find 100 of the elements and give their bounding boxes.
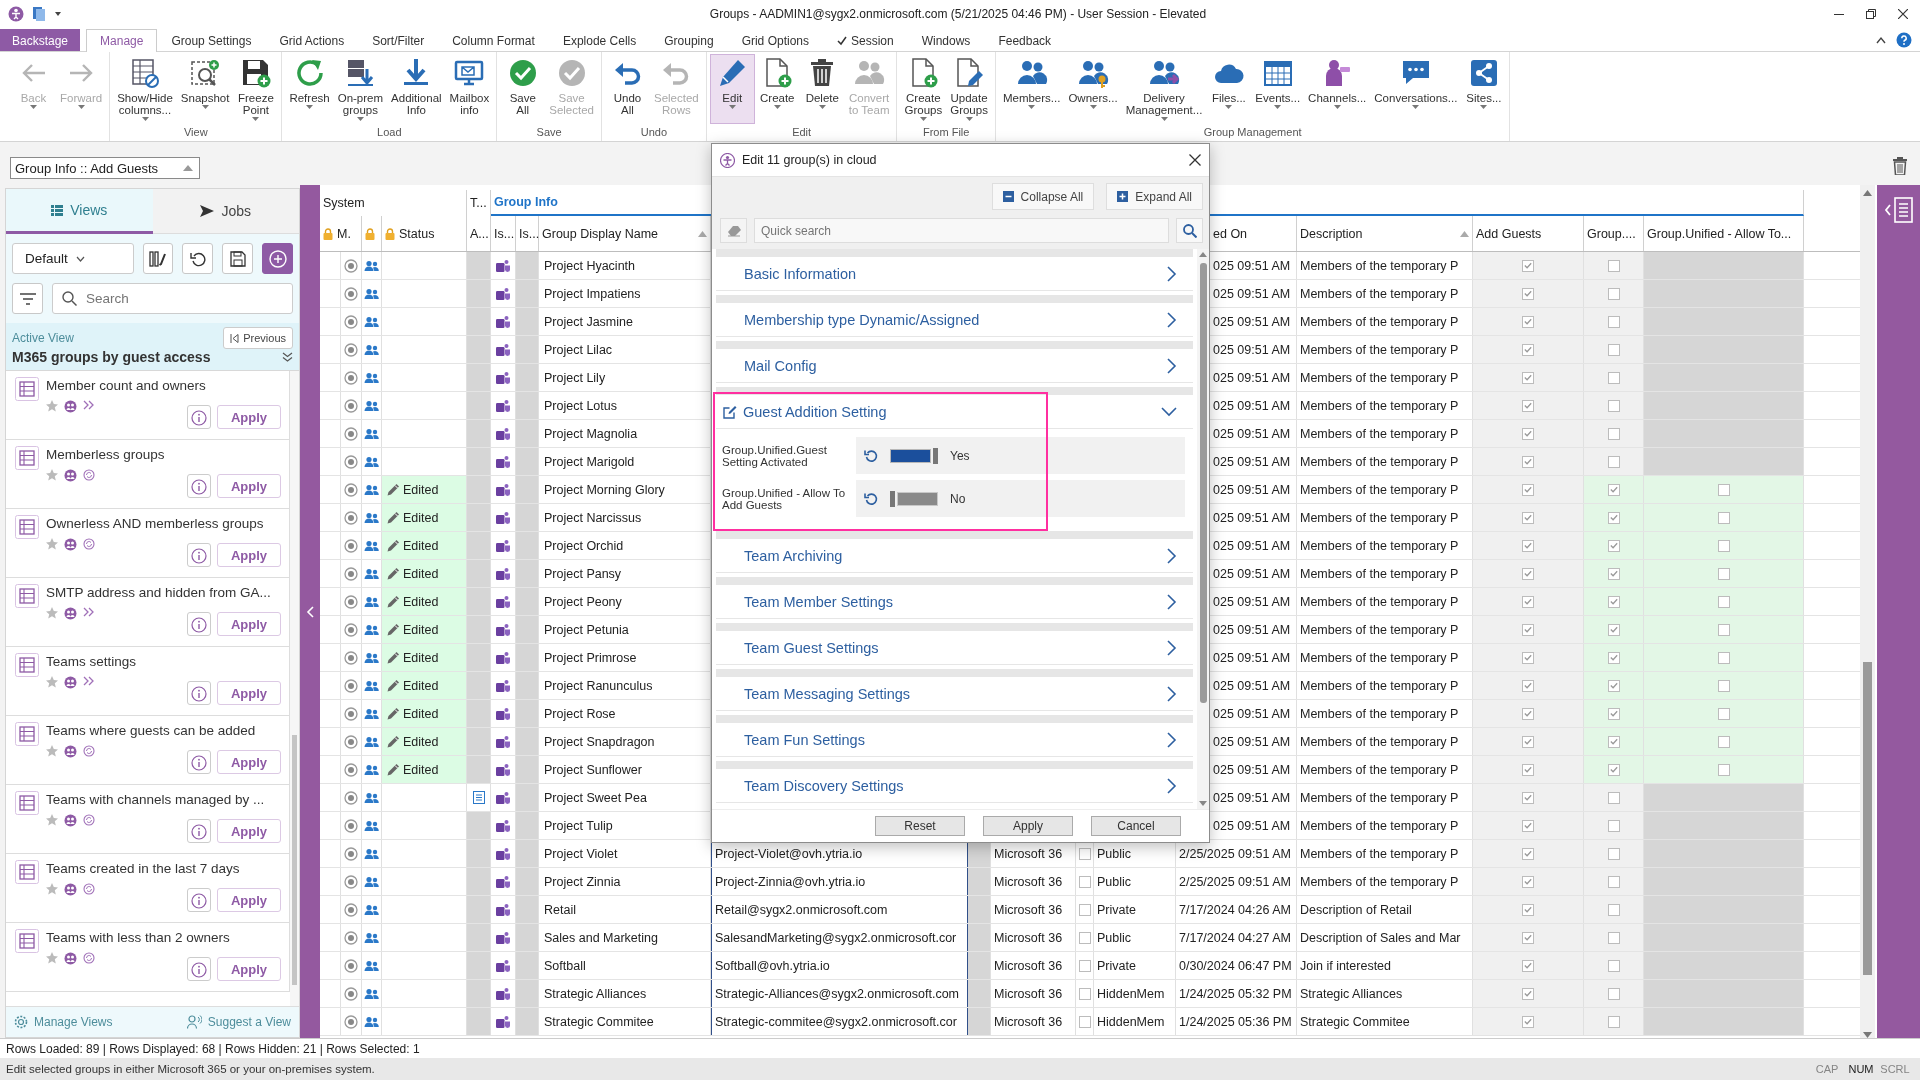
ribbon-button[interactable]: Save All xyxy=(500,54,546,124)
ribbon-button[interactable]: On-prem groups xyxy=(333,54,388,124)
ribbon-button[interactable]: Refresh xyxy=(285,54,334,124)
dialog-button[interactable]: Cancel xyxy=(1091,816,1181,836)
manage-views-link[interactable]: Manage Views xyxy=(14,1015,113,1029)
suggest-view-link[interactable]: Suggest a View xyxy=(186,1015,291,1029)
apply-button[interactable]: Apply xyxy=(217,888,281,912)
ribbon-button[interactable]: Create xyxy=(754,54,800,124)
column-group-header[interactable]: T... xyxy=(467,190,491,216)
menu-tab[interactable]: Feedback xyxy=(984,29,1066,51)
view-item[interactable]: SMTP address and hidden from GA... Apply xyxy=(6,578,290,647)
ribbon-button[interactable]: Delete xyxy=(799,54,845,124)
ribbon-button[interactable]: Events... xyxy=(1251,54,1305,124)
view-item[interactable]: Teams settings Apply xyxy=(6,647,290,716)
menu-tab[interactable]: Grid Options xyxy=(727,29,823,51)
section-header[interactable]: Mail Config xyxy=(716,349,1193,383)
menu-tab[interactable]: Explode Cells xyxy=(548,29,651,51)
column-header[interactable]: Group.Unified - Allow To... xyxy=(1644,216,1804,251)
column-header[interactable]: Is... xyxy=(491,216,516,251)
panel-tab[interactable]: Views xyxy=(6,189,153,234)
section-header[interactable]: Team Messaging Settings xyxy=(716,677,1193,711)
column-header-text: Is... xyxy=(494,226,515,241)
menu-tab[interactable]: Grid Actions xyxy=(265,29,359,51)
ribbon-button[interactable]: Mailbox info xyxy=(445,54,494,124)
apply-button[interactable]: Apply xyxy=(217,543,281,567)
expand-all-button[interactable]: Expand All xyxy=(1106,183,1203,210)
ribbon-button[interactable]: Edit xyxy=(709,54,755,124)
ribbon-button[interactable]: Freeze Point xyxy=(233,54,279,124)
table-cell: HiddenMem xyxy=(1094,980,1176,1007)
ribbon-button[interactable]: Create Groups xyxy=(900,54,947,124)
apply-button[interactable]: Apply xyxy=(217,819,281,843)
apply-button[interactable]: Apply xyxy=(217,750,281,774)
apply-button[interactable]: Apply xyxy=(217,474,281,498)
apply-button[interactable]: Apply xyxy=(217,405,281,429)
ribbon-button[interactable]: Channels... xyxy=(1304,54,1371,124)
column-header[interactable]: Status xyxy=(382,216,467,251)
view-item[interactable]: Memberless groups Apply xyxy=(6,440,290,509)
table-cell: Retail xyxy=(539,896,711,923)
menu-tab[interactable]: Windows xyxy=(907,29,985,51)
view-item[interactable]: Member count and owners Apply xyxy=(6,371,290,440)
section-header[interactable]: Team Archiving xyxy=(716,539,1193,573)
section-header[interactable]: Guest Addition Setting xyxy=(716,395,1193,429)
ribbon-button[interactable]: Undo All xyxy=(605,54,650,124)
column-header-text: Group.... xyxy=(1587,226,1636,241)
menu-tab[interactable]: Column Format xyxy=(438,29,549,51)
preset-dropdown[interactable]: Default xyxy=(12,243,134,274)
column-header-text: M. xyxy=(337,226,351,241)
ribbon-button[interactable]: Files... xyxy=(1206,54,1252,124)
menu-tab[interactable]: Grouping xyxy=(650,29,728,51)
table-cell: Private xyxy=(1094,896,1176,923)
ribbon-button[interactable]: Additional Info xyxy=(387,54,446,124)
status-text: Edited xyxy=(403,706,439,721)
view-item[interactable]: Teams created in the last 7 days Apply xyxy=(6,854,290,923)
collapse-all-button[interactable]: Collapse All xyxy=(991,183,1095,210)
previous-button[interactable]: Previous xyxy=(223,327,293,349)
menu-tab[interactable]: Manage xyxy=(86,29,158,52)
ribbon-button[interactable]: Snapshot xyxy=(176,54,234,124)
view-item[interactable]: Teams with less than 2 owners Apply xyxy=(6,923,290,992)
column-header[interactable]: Add Guests xyxy=(1473,216,1584,251)
table-cell: 7/17/2024 04:26 AM xyxy=(1176,896,1297,923)
dialog-button[interactable]: Reset xyxy=(875,816,965,836)
menu-tab[interactable]: Group Settings xyxy=(157,29,266,51)
search-field[interactable]: Quick search xyxy=(754,218,1169,243)
search-field[interactable]: Search xyxy=(52,283,293,314)
menu-tab[interactable]: Session xyxy=(823,29,908,51)
ribbon-button[interactable]: Sites... xyxy=(1461,54,1507,124)
column-header[interactable]: Group.... xyxy=(1584,216,1644,251)
window-title: Groups - AADMIN1@sygx2.onmicrosoft.com (5/21/2025 04:46 PM) - User Session - Elevated xyxy=(708,7,1208,21)
ribbon-button[interactable]: Update Groups xyxy=(946,54,992,124)
view-item[interactable]: Teams where guests can be added Apply xyxy=(6,716,290,785)
column-header[interactable]: A... xyxy=(467,216,491,251)
ribbon-button[interactable]: Conversations... xyxy=(1370,54,1462,124)
ribbon-button[interactable]: Members... xyxy=(998,54,1065,124)
menu-tab[interactable]: Sort/Filter xyxy=(358,29,439,51)
ribbon-button[interactable]: Delivery Management... xyxy=(1121,54,1207,124)
apply-button[interactable]: Apply xyxy=(217,957,281,981)
table-cell: Microsoft 36 xyxy=(991,952,1076,979)
section-header[interactable]: Team Guest Settings xyxy=(716,631,1193,665)
table-cell: Public xyxy=(1094,868,1176,895)
section-header[interactable]: Team Fun Settings xyxy=(716,723,1193,757)
column-header[interactable]: Description xyxy=(1297,216,1473,251)
panel-tab[interactable]: Jobs xyxy=(152,189,299,234)
menu-tab[interactable]: Backstage xyxy=(0,29,81,51)
column-header[interactable]: Is... xyxy=(516,216,539,251)
section-header[interactable]: Basic Information xyxy=(716,257,1193,291)
view-item[interactable]: Ownerless AND memberless groups Apply xyxy=(6,509,290,578)
view-item[interactable]: Teams with channels managed by ... Apply xyxy=(6,785,290,854)
section-header[interactable]: Team Discovery Settings xyxy=(716,769,1193,803)
status-text: Edited xyxy=(403,678,439,693)
apply-button[interactable]: Apply xyxy=(217,681,281,705)
section-header[interactable]: Team Member Settings xyxy=(716,585,1193,619)
ribbon-button[interactable]: Show/Hide columns... xyxy=(113,54,177,124)
dialog-button[interactable]: Apply xyxy=(983,816,1073,836)
view-dropdown[interactable]: Group Info :: Add Guests xyxy=(10,157,200,179)
group-label: Edit xyxy=(791,126,813,140)
ribbon-button[interactable]: Owners... xyxy=(1064,54,1122,124)
section-header[interactable]: Membership type Dynamic/Assigned xyxy=(716,303,1193,337)
column-header[interactable]: M. xyxy=(320,216,362,251)
column-group-header[interactable]: System xyxy=(320,190,467,216)
apply-button[interactable]: Apply xyxy=(217,612,281,636)
